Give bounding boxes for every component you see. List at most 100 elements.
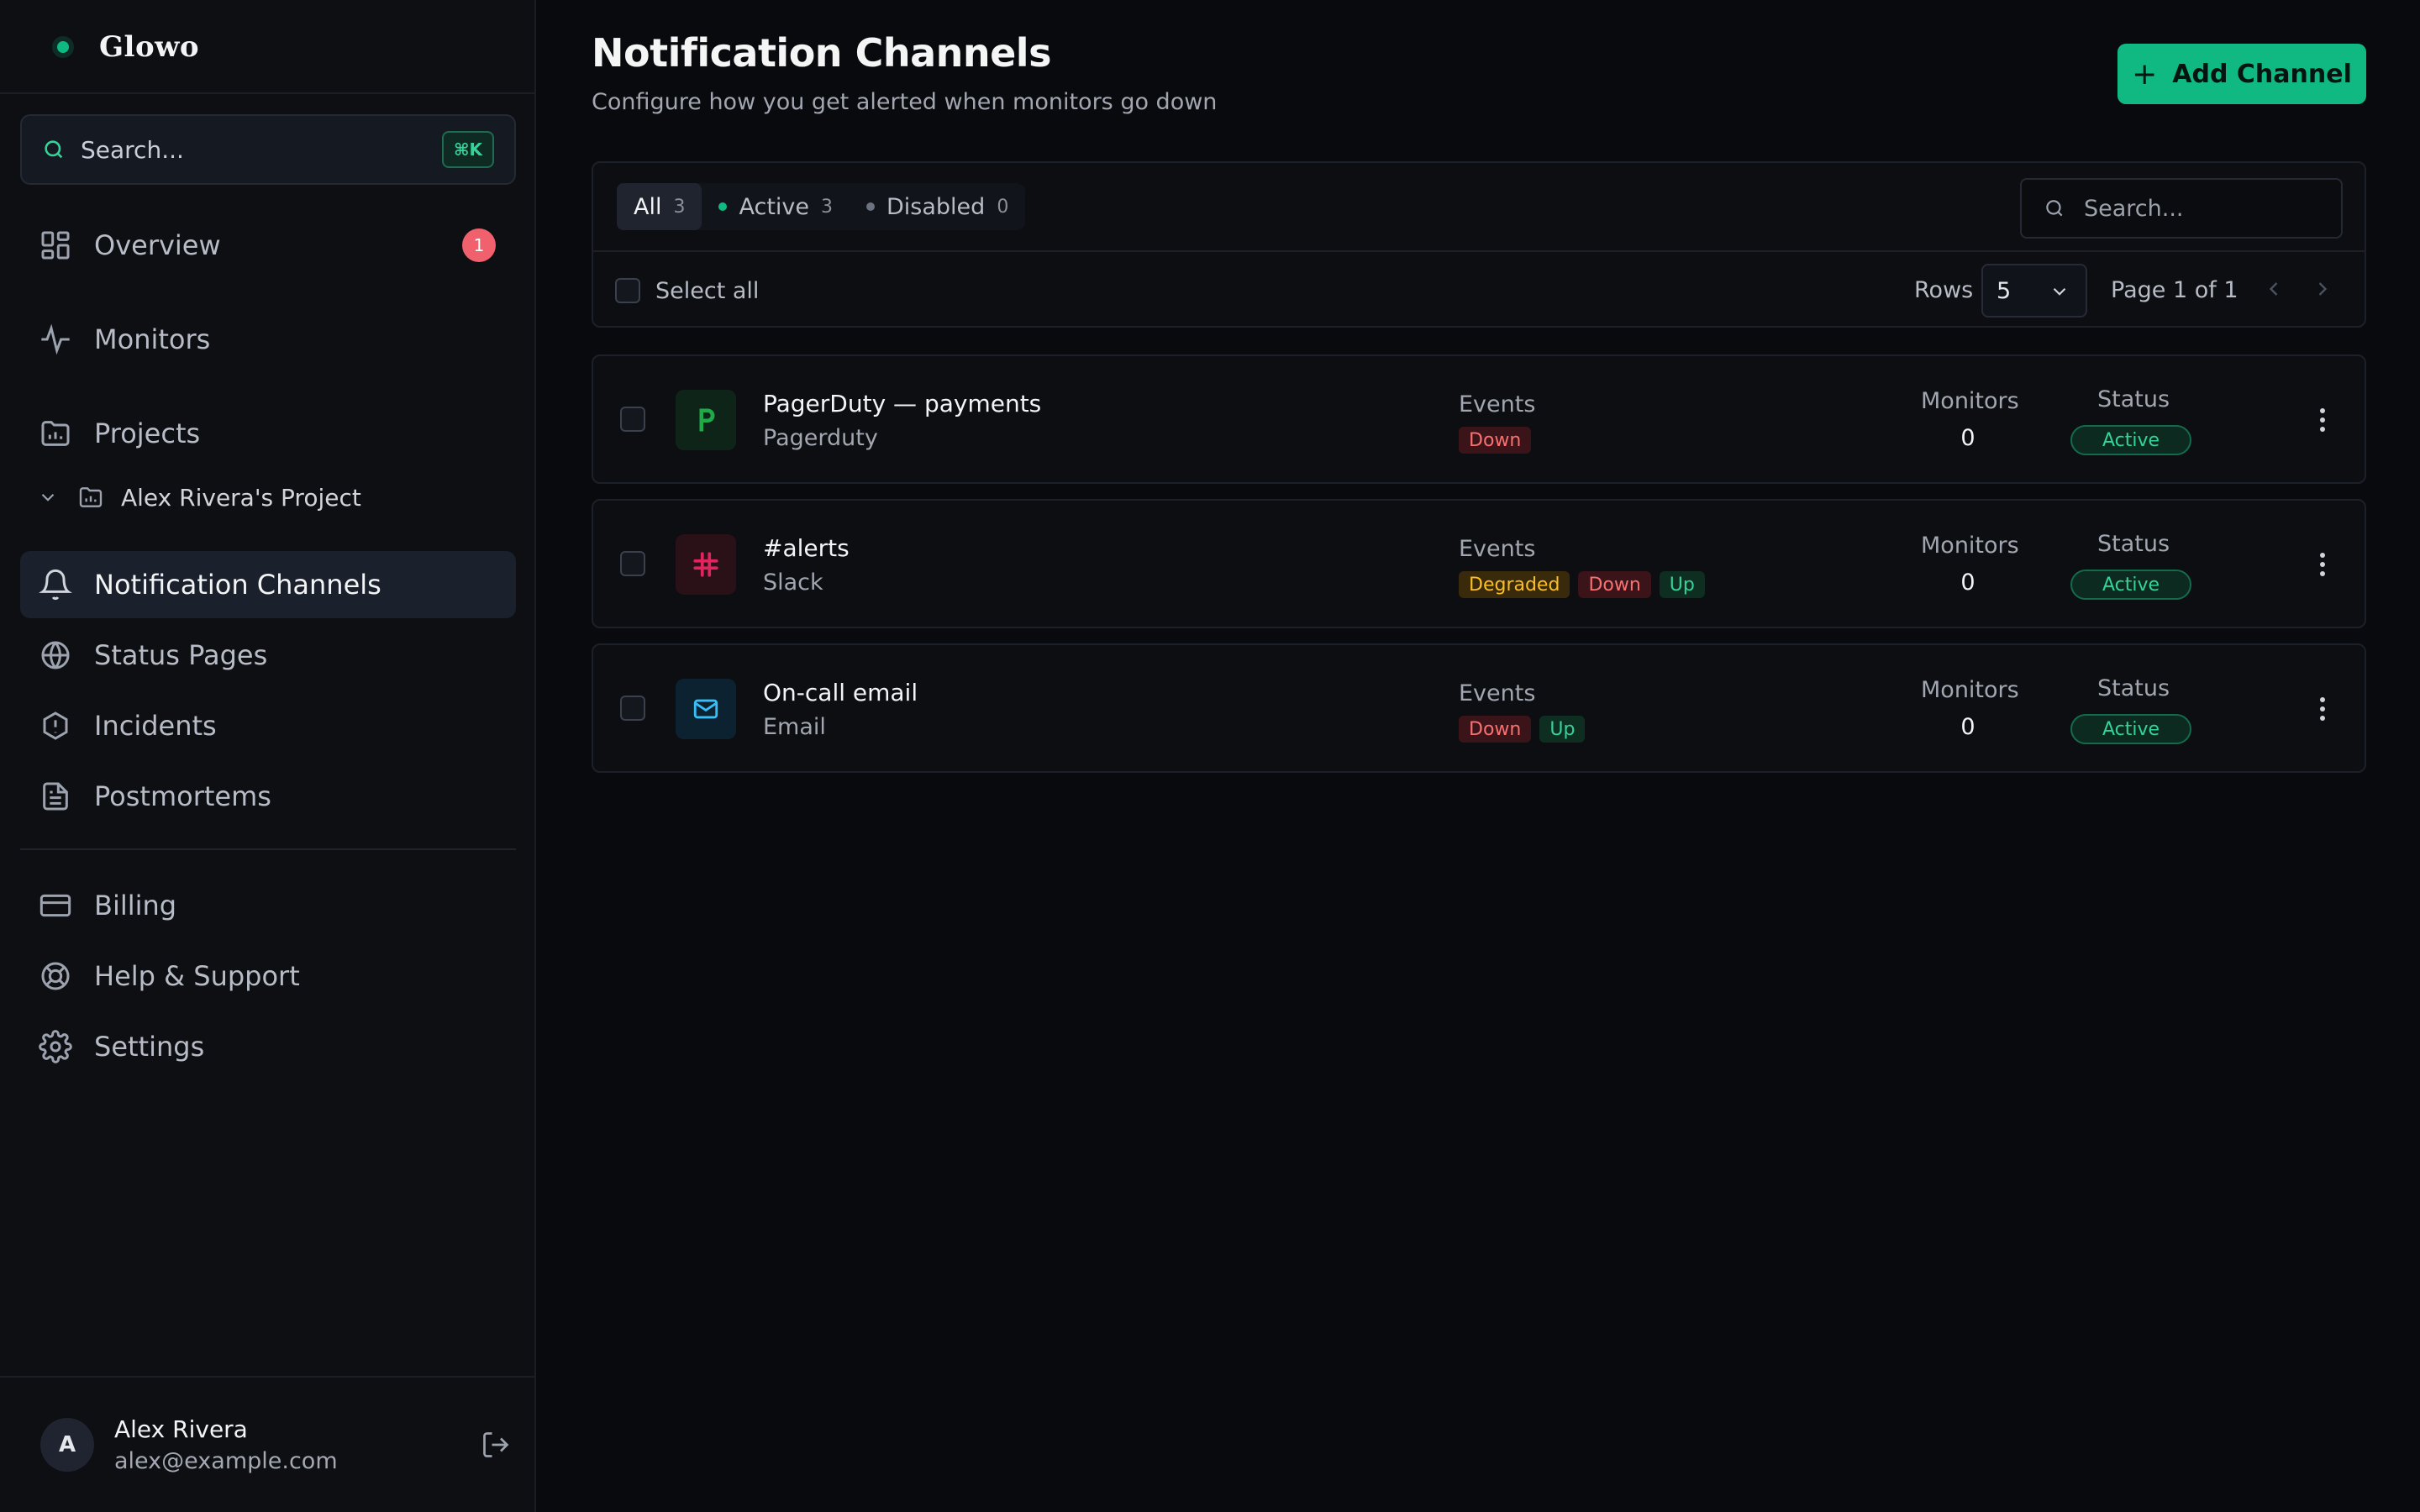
pagerduty-icon [676, 390, 736, 450]
sidebar-search-placeholder: Search... [81, 135, 184, 164]
tab-label: All [634, 193, 662, 220]
sidebar-item-notification-channels[interactable]: Notification Channels [20, 551, 516, 618]
channel-search-input[interactable]: Search... [2020, 178, 2343, 239]
chevron-left-icon[interactable] [2262, 277, 2286, 301]
sidebar-item-billing[interactable]: Billing [20, 872, 516, 939]
rows-per-page-value: 5 [1996, 277, 2012, 304]
globe-icon [41, 641, 70, 669]
channel-row[interactable]: #alerts Slack Events Degraded Down Up Mo… [592, 499, 2366, 628]
channel-type: Email [763, 714, 826, 740]
channel-row[interactable]: PagerDuty — payments Pagerduty Events Do… [592, 354, 2366, 484]
bell-icon [39, 569, 72, 601]
sidebar-item-postmortems[interactable]: Postmortems [20, 763, 516, 830]
notification-badge: 1 [462, 228, 496, 262]
activity-icon [41, 323, 70, 355]
user-profile: A Alex Rivera alex@example.com [40, 1411, 511, 1478]
alert-circle-icon [43, 711, 68, 740]
chevron-down-icon[interactable] [37, 486, 59, 508]
more-options-icon[interactable] [2307, 692, 2338, 726]
row-checkbox[interactable] [620, 407, 645, 432]
monitors-label: Monitors [1921, 533, 2019, 559]
event-tags: Degraded Down Up [1459, 571, 1705, 598]
add-channel-button[interactable]: + Add Channel [2118, 44, 2366, 104]
monitors-count: 0 [1960, 425, 1975, 451]
sidebar: Glowo Search... ⌘K Overview 1 Monitors P… [0, 0, 536, 1512]
user-name: Alex Rivera [114, 1415, 248, 1443]
divider [0, 1376, 534, 1378]
tab-count: 3 [673, 196, 686, 218]
search-icon [45, 140, 63, 159]
divider [0, 92, 534, 94]
channel-name: PagerDuty — payments [763, 390, 1042, 417]
sidebar-search[interactable]: Search... ⌘K [20, 114, 516, 185]
events-label: Events [1459, 536, 1536, 562]
logout-icon[interactable] [481, 1430, 511, 1460]
sidebar-item-label: Billing [94, 890, 177, 921]
gear-icon [39, 1030, 72, 1063]
brand[interactable]: Glowo [50, 30, 199, 64]
select-all[interactable]: Select all [615, 270, 759, 311]
event-tags: Down Up [1459, 716, 1586, 743]
row-checkbox[interactable] [620, 551, 645, 576]
status-badge: Active [2070, 570, 2191, 600]
page-subtitle: Configure how you get alerted when monit… [592, 89, 1218, 115]
channel-type: Pagerduty [763, 425, 878, 451]
sidebar-item-label: Monitors [94, 323, 211, 355]
monitors-label: Monitors [1921, 677, 2019, 703]
grid-icon [41, 231, 70, 260]
mail-glyph [693, 699, 718, 719]
avatar[interactable]: A [40, 1418, 94, 1472]
page-title: Notification Channels [592, 30, 1051, 76]
sidebar-item-label: Projects [94, 417, 201, 449]
project-name: Alex Rivera's Project [121, 483, 361, 512]
sidebar-item-help-support[interactable]: Help & Support [20, 942, 516, 1010]
sidebar-item-status-pages[interactable]: Status Pages [20, 622, 516, 689]
shortcut-badge: ⌘K [442, 131, 494, 168]
user-email: alex@example.com [114, 1448, 338, 1474]
chevron-right-icon[interactable] [2311, 277, 2334, 301]
search-placeholder: Search... [2084, 195, 2184, 222]
monitors-count: 0 [1960, 714, 1975, 740]
tab-active[interactable]: Active 3 [702, 183, 850, 230]
status-label: Status [2097, 675, 2170, 701]
tab-disabled[interactable]: Disabled 0 [850, 183, 1025, 230]
sidebar-item-label: Status Pages [94, 639, 268, 671]
tab-all[interactable]: All 3 [617, 183, 702, 230]
sidebar-item-monitors[interactable]: Monitors [20, 306, 516, 373]
sidebar-item-settings[interactable]: Settings [20, 1013, 516, 1080]
user-info: Alex Rivera alex@example.com [114, 1415, 481, 1474]
status-badge: Active [2070, 425, 2191, 455]
sidebar-item-overview[interactable]: Overview 1 [20, 212, 516, 279]
rows-label: Rows [1914, 277, 1974, 303]
select-all-checkbox[interactable] [615, 278, 640, 303]
channel-row[interactable]: On-call email Email Events Down Up Monit… [592, 643, 2366, 773]
mail-icon [676, 679, 736, 739]
more-options-icon[interactable] [2307, 403, 2338, 437]
life-buoy-icon [41, 962, 70, 990]
rows-per-page-select[interactable]: 5 [1981, 264, 2087, 318]
more-options-icon[interactable] [2307, 548, 2338, 581]
sidebar-item-projects[interactable]: Projects [20, 400, 516, 467]
credit-card-icon [39, 894, 71, 917]
select-all-label: Select all [655, 277, 760, 304]
channel-name: #alerts [763, 534, 850, 562]
status-label: Status [2097, 386, 2170, 412]
chevron-down-icon [2053, 287, 2066, 296]
folder-chart-icon [79, 487, 103, 507]
event-tag-degraded: Degraded [1459, 571, 1570, 598]
active-dot-icon [718, 202, 728, 211]
tab-count: 3 [821, 196, 834, 218]
slack-glyph [693, 552, 718, 577]
slack-icon [676, 534, 736, 595]
row-checkbox[interactable] [620, 696, 645, 721]
sidebar-project-item[interactable]: Alex Rivera's Project [37, 472, 361, 522]
events-label: Events [1459, 391, 1536, 417]
monitors-count: 0 [1960, 570, 1975, 596]
sidebar-item-label: Incidents [94, 710, 217, 742]
add-channel-label: Add Channel [2172, 59, 2352, 89]
search-icon [2046, 200, 2063, 217]
sidebar-item-label: Settings [94, 1031, 205, 1063]
event-tag-down: Down [1459, 716, 1532, 743]
brand-logo-dot [57, 41, 69, 53]
sidebar-item-incidents[interactable]: Incidents [20, 692, 516, 759]
